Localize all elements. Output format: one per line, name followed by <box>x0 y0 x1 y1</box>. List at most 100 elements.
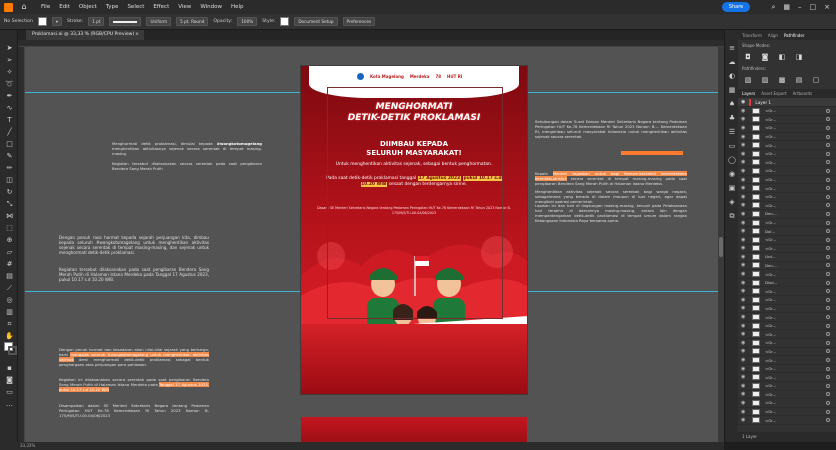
target-icon[interactable] <box>826 315 830 320</box>
text-note-3[interactable]: Dengan penuh rasa hormat kepada sejarah … <box>59 235 209 255</box>
eye-icon[interactable]: ◉ <box>741 194 747 200</box>
target-icon[interactable] <box>826 383 830 388</box>
eye-icon[interactable]: ◉ <box>741 125 747 131</box>
stroke-profile[interactable] <box>109 17 142 26</box>
target-icon[interactable] <box>826 203 830 208</box>
graph-tool-icon[interactable]: ▥ <box>5 308 14 317</box>
target-icon[interactable] <box>826 194 830 199</box>
target-icon[interactable] <box>826 392 830 397</box>
width-tool-icon[interactable]: ⋈ <box>5 212 14 221</box>
text-note-9[interactable]: Kepala Menteri tegaskan untuk bagi Kemen… <box>535 171 687 186</box>
layer-row[interactable]: ◉ <Gr... <box>738 365 836 374</box>
free-transform-tool-icon[interactable]: ⬚ <box>5 224 14 233</box>
brushes-icon[interactable]: ♠ <box>728 100 736 108</box>
arrange-icon[interactable]: ▦ <box>783 2 790 12</box>
eye-icon[interactable]: ◉ <box>741 185 747 191</box>
menu-edit[interactable]: Edit <box>59 4 70 10</box>
eye-icon[interactable]: ◉ <box>741 228 747 234</box>
search-icon[interactable]: ⌕ <box>771 2 775 12</box>
target-icon[interactable] <box>826 400 830 405</box>
eye-icon[interactable]: ◉ <box>741 220 747 226</box>
zoom-level[interactable]: 33,33% <box>20 443 35 448</box>
eye-icon[interactable]: ◉ <box>741 142 747 148</box>
screen-mode-icon[interactable]: ▭ <box>5 388 14 397</box>
layer-row[interactable]: ◉ Den... <box>738 262 836 271</box>
target-icon[interactable] <box>826 349 830 354</box>
layer-row-main[interactable]: ◉ Layer 1 <box>738 98 836 107</box>
stroke-weight-field[interactable]: 1 pt <box>88 17 105 26</box>
libraries-icon[interactable]: ☁ <box>728 58 736 66</box>
target-icon[interactable] <box>826 143 830 148</box>
magic-wand-tool-icon[interactable]: ✧ <box>5 68 14 77</box>
target-icon[interactable] <box>826 134 830 139</box>
layer-row[interactable]: ◉ <Gr... <box>738 330 836 340</box>
eye-icon[interactable]: ◉ <box>741 116 747 122</box>
layer-row[interactable]: ◉ <Gr... <box>738 382 836 391</box>
target-icon[interactable] <box>826 229 830 234</box>
layer-row[interactable]: ◉ <Gr... <box>738 322 836 331</box>
unite-icon[interactable]: ◘ <box>744 53 752 61</box>
layer-row[interactable]: ◉ <Gr... <box>738 124 836 133</box>
menu-file[interactable]: File <box>41 4 50 10</box>
layer-row[interactable]: ◉ Disd... <box>738 279 836 288</box>
perspective-grid-tool-icon[interactable]: ▱ <box>5 248 14 257</box>
transparency-icon[interactable]: ◯ <box>728 156 736 164</box>
menu-select[interactable]: Select <box>127 4 144 10</box>
target-icon[interactable] <box>826 108 830 113</box>
layer-row[interactable]: ◉ <Gr... <box>738 176 836 185</box>
target-icon[interactable] <box>826 254 830 259</box>
menu-effect[interactable]: Effect <box>153 4 169 10</box>
line-tool-icon[interactable]: ╱ <box>5 128 14 137</box>
eye-icon[interactable]: ◉ <box>741 271 747 277</box>
share-button[interactable]: Share <box>722 2 750 12</box>
layer-row[interactable]: ◉ <Gr... <box>738 245 836 254</box>
text-note-5[interactable]: Dengan penuh hormat dan kesadaran akan n… <box>59 347 209 367</box>
text-note-8[interactable]: Sehubungan dalam Surat Edaran Menteri Se… <box>535 119 687 139</box>
layer-row[interactable]: ◉ Lkd... <box>738 253 836 262</box>
layer-row[interactable]: ◉ <Gr... <box>738 356 836 365</box>
menu-view[interactable]: View <box>178 4 191 10</box>
layer-row[interactable]: ◉ <Gr... <box>738 408 836 417</box>
target-icon[interactable] <box>826 160 830 165</box>
trim-icon[interactable]: ▨ <box>761 76 769 84</box>
eye-icon[interactable]: ◉ <box>741 262 747 268</box>
pen-tool-icon[interactable]: ✒ <box>5 92 14 101</box>
brush-dropdown[interactable]: 5 pt. Round <box>176 17 209 26</box>
target-icon[interactable] <box>826 289 830 294</box>
curvature-tool-icon[interactable]: ∿ <box>5 104 14 113</box>
gradient-tool-icon[interactable]: ▤ <box>5 272 14 281</box>
target-icon[interactable] <box>826 220 830 225</box>
tab-asset-export[interactable]: Asset Export <box>761 91 786 96</box>
tab-artboards[interactable]: Artboards <box>793 91 813 96</box>
artboards-icon[interactable]: ⧉ <box>728 212 736 220</box>
eye-icon[interactable]: ◉ <box>741 409 747 415</box>
target-icon[interactable] <box>826 246 830 251</box>
layer-row[interactable]: ◉ <Gr... <box>738 107 836 116</box>
opacity-field[interactable]: 100% <box>237 17 258 26</box>
text-note-11[interactable]: Lapisan ini dan hari di lingkungan masin… <box>535 203 687 223</box>
target-icon[interactable] <box>826 177 830 182</box>
layer-row[interactable]: ◉ <Gr... <box>738 133 836 142</box>
merge-icon[interactable]: ▩ <box>778 76 786 84</box>
layer-row[interactable]: ◉ <Gr... <box>738 270 836 279</box>
target-icon[interactable] <box>826 263 830 268</box>
properties-icon[interactable]: ≡ <box>728 44 736 52</box>
layer-row[interactable]: ◉ <Gr... <box>738 305 836 314</box>
eye-icon[interactable]: ◉ <box>741 391 747 397</box>
close-icon[interactable]: × <box>824 2 830 12</box>
target-icon[interactable] <box>826 211 830 216</box>
graphic-styles-icon[interactable]: ▣ <box>728 184 736 192</box>
eye-icon[interactable]: ◉ <box>741 211 747 217</box>
menu-help[interactable]: Help <box>231 4 244 10</box>
layer-row[interactable]: ◉ <Gr... <box>738 399 836 408</box>
target-icon[interactable] <box>826 409 830 414</box>
layer-row[interactable]: ◉ <Gr... <box>738 116 836 125</box>
rectangle-tool-icon[interactable]: □ <box>5 140 14 149</box>
crop-icon[interactable]: ▤ <box>795 76 803 84</box>
layer-row[interactable]: ◉ <Gr... <box>738 184 836 193</box>
scale-tool-icon[interactable]: ⤡ <box>5 200 14 209</box>
stroke-color-swatch[interactable] <box>8 346 17 355</box>
eye-icon[interactable]: ◉ <box>741 357 747 363</box>
hand-tool-icon[interactable]: ✋ <box>5 332 14 341</box>
eye-icon[interactable]: ◉ <box>741 374 747 380</box>
